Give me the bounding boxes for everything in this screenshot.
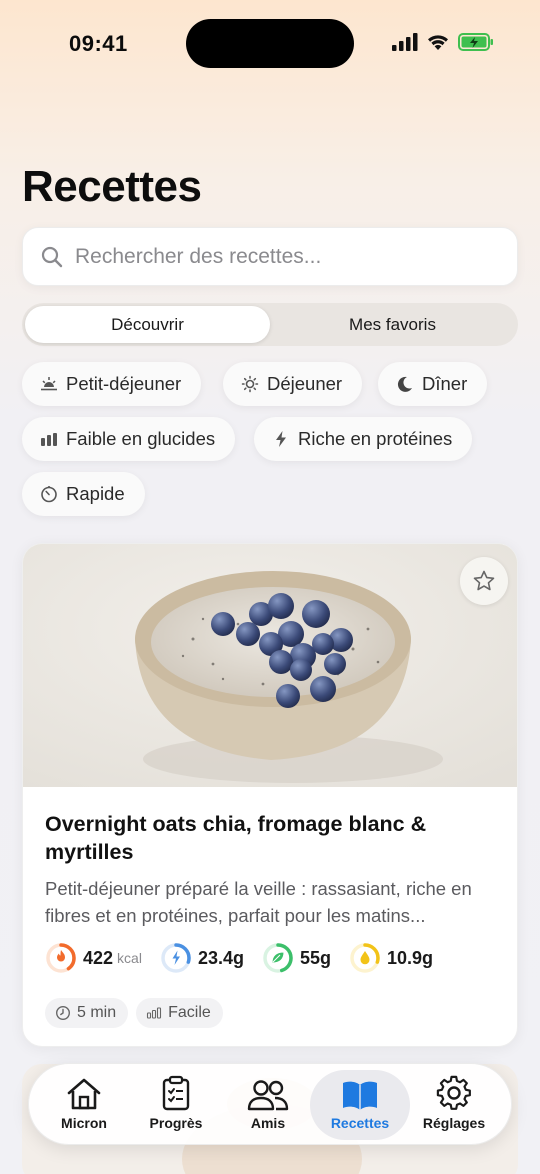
difficulty-label: Facile <box>168 1004 211 1021</box>
segment-favorites[interactable]: Mes favoris <box>270 306 515 343</box>
carbs-ring <box>262 942 294 974</box>
chip-label: Petit-déjeuner <box>66 373 182 394</box>
bars-icon <box>40 430 58 448</box>
chip-label: Dîner <box>422 373 468 394</box>
difficulty-tag: Facile <box>136 998 223 1028</box>
status-icons <box>392 33 494 51</box>
carbs-value: 55g <box>299 947 332 968</box>
moon-icon <box>396 375 414 393</box>
tab-micron[interactable]: Micron <box>34 1070 134 1140</box>
tab-progres[interactable]: Progrès <box>126 1070 226 1140</box>
chip-riche-proteines[interactable]: Riche en protéines <box>254 417 473 461</box>
kcal-unit: kcal <box>117 950 142 966</box>
search-bar[interactable] <box>22 227 518 286</box>
tab-recettes[interactable]: Recettes <box>310 1070 410 1140</box>
recipe-image <box>23 544 517 787</box>
recipe-description: Petit-déjeuner préparé la veille : rassa… <box>45 878 472 926</box>
home-icon <box>67 1078 101 1110</box>
chip-label: Riche en protéines <box>298 428 453 449</box>
clock-icon <box>55 1005 71 1021</box>
battery-icon <box>458 33 493 51</box>
gear-icon <box>436 1075 471 1110</box>
search-input[interactable] <box>75 244 475 269</box>
tab-label: Recettes <box>330 1115 390 1131</box>
flame-icon <box>57 950 65 962</box>
bolt-icon <box>172 950 180 965</box>
protein-value: 23.4g <box>197 947 244 968</box>
chip-label: Déjeuner <box>267 373 343 394</box>
time-tag: 5 min <box>45 998 129 1028</box>
star-icon <box>473 570 495 591</box>
recipe-card[interactable]: Overnight oats chia, fromage blanc & myr… <box>22 543 518 1047</box>
dynamic-island <box>186 19 354 68</box>
leaf-icon <box>271 951 285 964</box>
chip-dejeuner[interactable]: Déjeuner <box>223 362 363 406</box>
macro-kcal: 422 kcal <box>45 942 142 974</box>
macro-carbs: 55g <box>262 942 331 974</box>
difficulty-bars-icon <box>147 1007 162 1019</box>
kcal-value: 422 <box>83 947 114 968</box>
drop-icon <box>360 951 370 965</box>
tab-bar: Micron Progrès Amis Recettes Réglages <box>28 1063 512 1145</box>
segmented-control: Découvrir Mes favoris <box>22 303 518 346</box>
tab-label: Progrès <box>149 1115 203 1131</box>
chip-petit-dejeuner[interactable]: Petit-déjeuner <box>22 362 202 406</box>
page-title: Recettes <box>22 162 202 211</box>
chip-rapide[interactable]: Rapide <box>22 472 145 516</box>
kcal-ring <box>45 942 77 974</box>
signal-icon <box>392 33 418 51</box>
recipe-tags: 5 min Facile <box>45 998 223 1028</box>
segment-discover[interactable]: Découvrir <box>25 306 270 343</box>
time-label: 5 min <box>77 1004 117 1021</box>
search-icon <box>41 246 63 267</box>
sun-icon <box>241 375 259 393</box>
protein-ring <box>160 942 192 974</box>
chip-label: Faible en glucides <box>66 428 216 449</box>
tab-label: Micron <box>61 1115 107 1131</box>
status-bar: 09:41 <box>0 0 540 90</box>
chip-diner[interactable]: Dîner <box>378 362 488 406</box>
macros-row: 422 kcal 23.4g 55g 10.9g <box>45 942 451 974</box>
tab-label: Réglages <box>422 1115 486 1131</box>
macro-fat: 10.9g <box>349 942 433 974</box>
wifi-icon <box>428 35 448 50</box>
book-icon <box>343 1081 377 1110</box>
tab-amis[interactable]: Amis <box>218 1070 318 1140</box>
macro-protein: 23.4g <box>160 942 244 974</box>
recipe-title: Overnight oats chia, fromage blanc & myr… <box>45 812 427 864</box>
bolt-icon <box>272 430 290 448</box>
favorite-button[interactable] <box>460 557 508 605</box>
fat-ring <box>349 942 381 974</box>
clipboard-icon <box>162 1075 190 1111</box>
chip-label: Rapide <box>66 483 125 504</box>
chip-faible-glucides[interactable]: Faible en glucides <box>22 417 236 461</box>
timer-icon <box>40 485 58 503</box>
sunrise-icon <box>40 375 58 393</box>
tab-label: Amis <box>250 1115 286 1131</box>
tab-reglages[interactable]: Réglages <box>404 1070 504 1140</box>
fat-value: 10.9g <box>387 947 434 968</box>
people-icon <box>247 1080 289 1111</box>
status-time: 09:41 <box>69 31 128 56</box>
